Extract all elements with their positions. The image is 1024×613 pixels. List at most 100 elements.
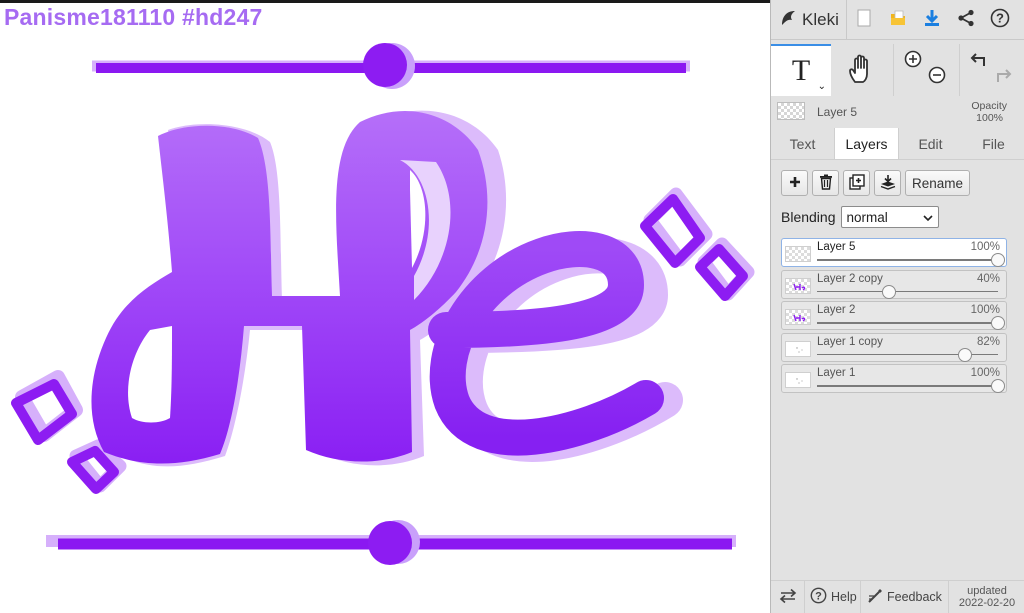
help-button[interactable]: ? xyxy=(983,0,1017,40)
share-button[interactable] xyxy=(949,0,983,40)
sidebar: Kleki ? T ⌄ Layer 5 Opacity 100% Text La… xyxy=(770,0,1024,613)
opacity-slider-handle[interactable] xyxy=(958,347,973,362)
add-layer-icon xyxy=(788,175,802,192)
blending-mode-value: normal xyxy=(846,209,888,225)
blending-mode-select[interactable]: normal xyxy=(840,206,939,228)
download-button[interactable] xyxy=(915,0,949,40)
undo-redo-controls xyxy=(959,44,1024,96)
swap-icon xyxy=(779,588,797,607)
zoom-in-icon[interactable] xyxy=(904,50,922,71)
opacity-slider-track[interactable] xyxy=(817,385,998,387)
text-tool-button[interactable]: T ⌄ xyxy=(771,44,831,96)
bottom-line xyxy=(46,520,736,565)
help-link[interactable]: ? Help xyxy=(805,580,861,613)
layer-name: Layer 2 xyxy=(817,304,856,316)
kleki-logo[interactable]: Kleki xyxy=(771,0,847,40)
zoom-out-icon[interactable] xyxy=(928,66,946,87)
tool-row: T ⌄ xyxy=(771,44,1024,96)
text-tool-icon: T xyxy=(791,54,811,87)
hand-tool-icon xyxy=(847,54,877,87)
opacity-slider-handle[interactable] xyxy=(991,316,1005,330)
download-icon xyxy=(923,9,941,30)
drawing-canvas[interactable]: Panisme181110 #hd247 xyxy=(0,0,770,613)
canvas-title-text: Panisme181110 #hd247 xyxy=(4,4,263,30)
merge-down-icon xyxy=(880,174,896,193)
opacity-slider-handle[interactable] xyxy=(991,253,1005,267)
layer-actions: Rename xyxy=(781,170,971,196)
tab-edit[interactable]: Edit xyxy=(899,128,962,159)
redo-icon[interactable] xyxy=(994,68,1012,87)
opacity-value: 100% xyxy=(976,112,1003,124)
kleki-app: Panisme181110 #hd247 Kleki ? T ⌄ Layer 5… xyxy=(0,0,1024,613)
opacity-slider-handle[interactable] xyxy=(991,379,1005,393)
layer-name: Layer 2 copy xyxy=(817,272,883,285)
current-layer-name: Layer 5 xyxy=(817,105,858,119)
svg-text:?: ? xyxy=(815,591,822,603)
chevron-down-icon xyxy=(922,210,933,225)
sidebar-footer: ? Help Feedback updated 2022-02-20 xyxy=(771,580,1024,613)
layer-opacity: 100% xyxy=(970,367,1000,379)
layer-list: Layer 5 100% Layer 2 copy 40% Layer 2 100% Lay… xyxy=(781,238,1007,396)
updated-date: 2022-02-20 xyxy=(958,597,1016,609)
duplicate-layer-icon xyxy=(848,173,865,193)
layer-opacity: 100% xyxy=(970,304,1000,316)
help-label: Help xyxy=(831,590,857,604)
layer-row[interactable]: Layer 5 100% xyxy=(781,238,1007,267)
layer-thumbnail xyxy=(785,372,811,388)
share-icon xyxy=(957,9,975,30)
layer-opacity: 100% xyxy=(970,241,1000,253)
current-layer-status: Layer 5 Opacity 100% xyxy=(771,96,1024,128)
hand-tool-button[interactable] xyxy=(831,44,893,96)
delete-layer-icon xyxy=(819,174,833,193)
opacity-slider-track[interactable] xyxy=(817,290,998,292)
undo-icon[interactable] xyxy=(970,52,988,71)
tab-text[interactable]: Text xyxy=(771,128,834,159)
layer-name: Layer 5 xyxy=(817,241,856,253)
current-layer-thumbnail xyxy=(777,102,805,120)
help-icon: ? xyxy=(810,587,827,607)
opacity-label: Opacity xyxy=(971,100,1007,112)
chevron-down-icon: ⌄ xyxy=(817,81,826,92)
opacity-slider-track[interactable] xyxy=(817,322,998,324)
app-name: Kleki xyxy=(802,9,839,29)
panel-tabs: Text Layers Edit File xyxy=(771,128,1024,160)
new-image-icon xyxy=(857,9,871,30)
layers-panel: Rename Blending normal Layer 5 100% Layer … xyxy=(771,160,1024,578)
tab-layers[interactable]: Layers xyxy=(834,128,899,159)
layer-opacity: 40% xyxy=(976,272,1000,285)
layer-row[interactable]: Layer 1 copy 82% xyxy=(781,332,1007,362)
layer-thumbnail xyxy=(785,246,811,262)
layer-thumbnail xyxy=(785,340,811,357)
layer-row[interactable]: Layer 2 copy 40% xyxy=(781,269,1007,299)
opacity-slider-track[interactable] xyxy=(817,259,998,261)
layer-thumbnail xyxy=(785,277,811,294)
swap-side-button[interactable] xyxy=(771,580,805,613)
zoom-controls xyxy=(893,44,959,96)
add-layer-button[interactable] xyxy=(781,170,808,196)
letter-h xyxy=(91,111,488,464)
blending-row: Blending normal xyxy=(781,206,939,228)
layer-row[interactable]: Layer 2 100% xyxy=(781,301,1007,330)
feedback-link[interactable]: Feedback xyxy=(861,580,949,613)
layer-row[interactable]: Layer 1 100% xyxy=(781,364,1007,393)
duplicate-layer-button[interactable] xyxy=(843,170,870,196)
merge-down-button[interactable] xyxy=(874,170,901,196)
layer-name: Layer 1 xyxy=(817,367,856,379)
updated-label: updated xyxy=(967,585,1007,597)
kleki-logo-icon xyxy=(779,8,799,31)
open-folder-icon xyxy=(889,9,907,30)
tab-file[interactable]: File xyxy=(962,128,1024,159)
rename-layer-button[interactable]: Rename xyxy=(905,170,971,196)
open-button[interactable] xyxy=(881,0,915,40)
updated-info: updated 2022-02-20 xyxy=(949,581,1024,613)
feedback-label: Feedback xyxy=(887,590,942,604)
opacity-slider-handle[interactable] xyxy=(882,284,897,299)
layer-thumbnail xyxy=(785,309,811,325)
delete-layer-button[interactable] xyxy=(812,170,839,196)
new-image-button[interactable] xyxy=(847,0,881,40)
help-circle-icon: ? xyxy=(990,8,1010,31)
layer-opacity: 82% xyxy=(976,335,1000,348)
layer-name: Layer 1 copy xyxy=(817,335,883,348)
feedback-icon xyxy=(867,588,883,607)
svg-text:?: ? xyxy=(996,11,1004,26)
